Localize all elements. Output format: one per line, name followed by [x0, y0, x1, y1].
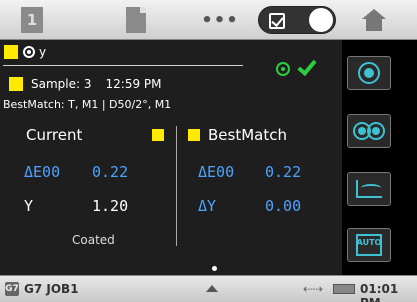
sample-time: 12:59 PM — [105, 77, 162, 91]
column-divider — [176, 126, 177, 246]
sample-label: Sample: 3 — [31, 77, 92, 91]
target-icon — [23, 46, 35, 58]
home-icon — [362, 9, 386, 31]
bestmatch-swatch — [188, 129, 200, 141]
pass-check-icon — [297, 55, 317, 77]
bestmatch-de-value: 0.22 — [265, 163, 302, 181]
main-area: y Sample: 3 12:59 PM BestMatch: T, M1 | … — [0, 40, 417, 275]
compare-targets-icon — [353, 122, 385, 140]
expand-arrow-icon[interactable] — [206, 285, 218, 292]
curve-icon — [356, 180, 382, 198]
usb-icon: ⇠⇢ — [303, 282, 324, 296]
pass-indicators — [276, 55, 317, 77]
pass-fail-toggle[interactable] — [258, 6, 336, 34]
top-toolbar: 1 ••• — [0, 0, 417, 40]
green-target-icon — [276, 62, 290, 76]
measurement-panel: y Sample: 3 12:59 PM BestMatch: T, M1 | … — [0, 40, 342, 275]
checkbox-icon — [269, 13, 285, 29]
current-swatch — [152, 129, 164, 141]
target-swatch — [4, 45, 18, 59]
bestmatch-column-label: BestMatch — [208, 126, 287, 144]
auto-button[interactable]: AUTO — [347, 228, 391, 262]
more-button[interactable]: ••• — [200, 4, 240, 36]
bestmatch-dy-value: 0.00 — [265, 197, 302, 215]
sample-row: Sample: 3 12:59 PM — [9, 77, 162, 91]
target-icon — [358, 62, 380, 84]
current-de-value: 0.22 — [92, 163, 129, 181]
current-y-label: Y — [24, 197, 34, 215]
job-name[interactable]: G7 JOB1 — [24, 282, 79, 296]
job-status-icon: G7 — [5, 282, 19, 296]
document-icon — [126, 7, 146, 33]
current-column-label: Current — [26, 126, 83, 144]
bestmatch-dy-label: ΔY — [198, 197, 217, 215]
column-headers: Current BestMatch — [0, 124, 342, 148]
header-divider — [3, 65, 243, 66]
substrate-label: Coated — [72, 233, 115, 247]
status-bar: G7 G7 JOB1 ⇠⇢ 01:01 PM — [0, 275, 417, 302]
compare-view-button[interactable] — [347, 114, 391, 148]
sample-swatch — [9, 77, 23, 91]
status-time: 01:01 PM — [360, 282, 399, 302]
document-button[interactable] — [120, 4, 152, 36]
page-indicator — [212, 266, 217, 271]
job-icon: 1 — [21, 7, 43, 33]
toggle-knob — [309, 8, 333, 32]
target-view-button[interactable] — [347, 56, 391, 90]
job-button[interactable]: 1 — [16, 4, 48, 36]
target-header[interactable]: y — [4, 44, 46, 60]
battery-icon — [333, 284, 355, 294]
auto-icon: AUTO — [356, 234, 382, 256]
current-de-label: ΔE00 — [24, 163, 61, 181]
home-button[interactable] — [358, 4, 390, 36]
target-label: y — [39, 45, 47, 59]
bestmatch-conditions: BestMatch: T, M1 | D50/2°, M1 — [3, 98, 172, 111]
current-y-value: 1.20 — [92, 197, 129, 215]
bestmatch-de-label: ΔE00 — [198, 163, 235, 181]
curve-view-button[interactable] — [347, 172, 391, 206]
